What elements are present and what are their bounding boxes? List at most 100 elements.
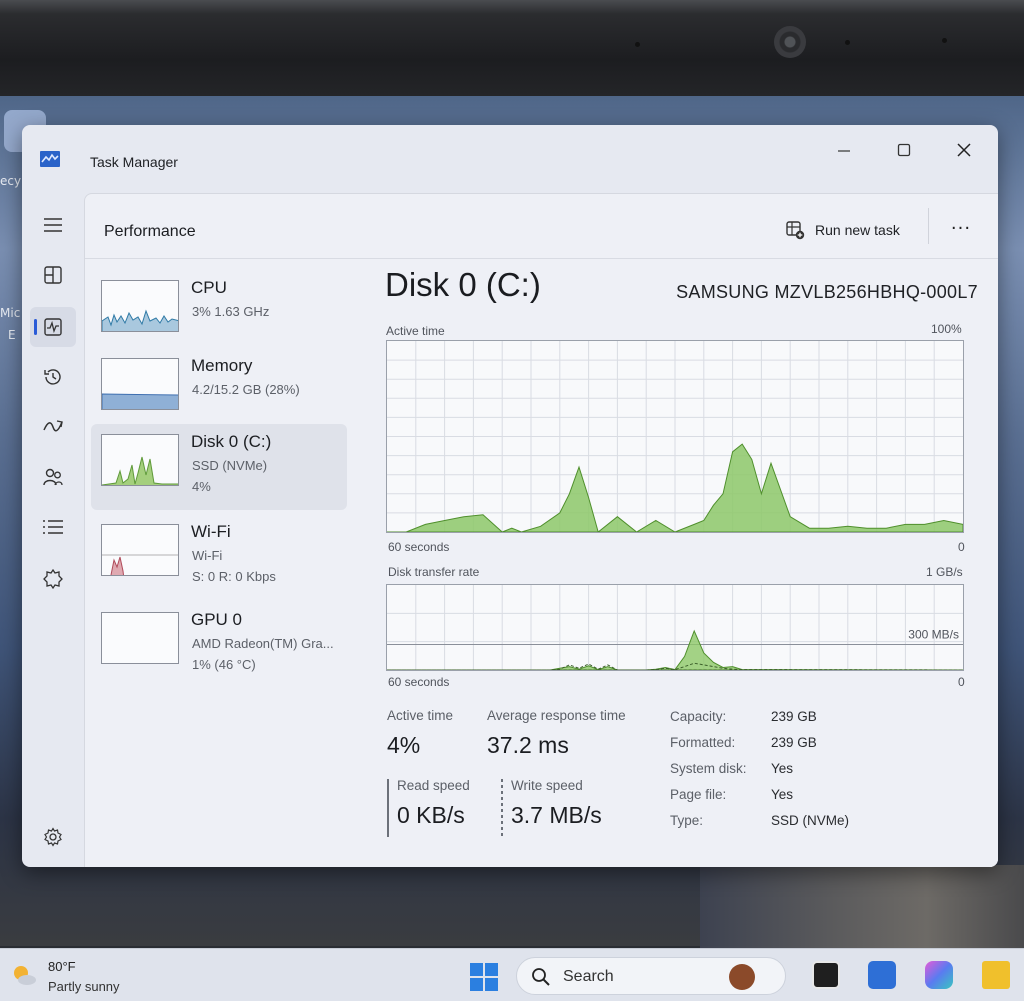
formatted-key: Formatted: bbox=[670, 735, 736, 750]
nav-app-history[interactable] bbox=[30, 357, 76, 397]
device-item-disk0[interactable]: Disk 0 (C:) SSD (NVMe) 4% bbox=[91, 424, 347, 510]
page-file-value: Yes bbox=[771, 787, 794, 802]
run-task-icon bbox=[786, 221, 805, 240]
active-time-graph-min: 0 bbox=[958, 540, 965, 554]
transfer-rate-graph: 300 MB/s bbox=[386, 584, 964, 671]
capacity-value: 239 GB bbox=[771, 709, 817, 724]
page-file-key: Page file: bbox=[670, 787, 727, 802]
details-list-icon bbox=[43, 520, 63, 534]
memory-sparkline bbox=[102, 393, 178, 409]
device-detail: 3% 1.63 GHz bbox=[192, 304, 270, 319]
weather-temperature[interactable]: 80°F bbox=[48, 959, 76, 974]
write-speed-label: Write speed bbox=[511, 778, 583, 793]
active-time-graph-max: 100% bbox=[931, 322, 962, 336]
laptop-bezel bbox=[0, 0, 1024, 96]
device-name: Memory bbox=[191, 356, 253, 375]
header-divider bbox=[85, 258, 998, 259]
wifi-thumbnail-graph bbox=[101, 524, 179, 576]
search-highlight-icon bbox=[729, 964, 755, 990]
active-time-value: 4% bbox=[387, 732, 421, 758]
file-explorer-icon[interactable] bbox=[982, 961, 1010, 989]
run-new-task-button[interactable]: Run new task bbox=[785, 212, 900, 248]
hamburger-menu-button[interactable] bbox=[30, 205, 76, 245]
disk-title: Disk 0 (C:) bbox=[385, 266, 541, 303]
windows-start-icon[interactable] bbox=[470, 963, 498, 991]
transfer-rate-chart: 300 MB/s bbox=[387, 585, 963, 670]
users-icon bbox=[43, 468, 63, 486]
nav-users[interactable] bbox=[30, 457, 76, 497]
cpu-thumbnail-graph bbox=[101, 280, 179, 332]
more-options-button[interactable]: ··· bbox=[943, 212, 979, 244]
device-item-gpu0[interactable]: GPU 0 AMD Radeon(TM) Gra... 1% (46 °C) bbox=[91, 602, 347, 688]
startup-icon bbox=[43, 420, 63, 432]
read-speed-label: Read speed bbox=[397, 778, 470, 793]
nav-processes[interactable] bbox=[30, 255, 76, 295]
desktop-wallpaper-detail bbox=[700, 865, 1024, 950]
title-bar[interactable]: Task Manager bbox=[22, 125, 998, 193]
device-throughput: S: 0 R: 0 Kbps bbox=[192, 569, 276, 584]
device-name: CPU bbox=[191, 278, 227, 297]
active-time-label: Active time bbox=[387, 708, 454, 723]
cpu-sparkline bbox=[102, 309, 178, 331]
nav-startup-apps[interactable] bbox=[30, 407, 76, 447]
maximize-button[interactable] bbox=[882, 133, 926, 167]
bezel-sensor bbox=[845, 40, 850, 45]
desktop-shortcut-label: ecy bbox=[0, 174, 22, 188]
history-icon bbox=[44, 369, 61, 385]
gpu-thumbnail-graph bbox=[101, 612, 179, 664]
partly-sunny-icon[interactable] bbox=[10, 961, 38, 989]
performance-page: Performance Run new task ··· CPU 3% 1.63… bbox=[84, 193, 998, 867]
device-item-wifi[interactable]: Wi-Fi Wi-Fi S: 0 R: 0 Kbps bbox=[91, 514, 347, 600]
window-title: Task Manager bbox=[90, 154, 178, 170]
webcam bbox=[774, 26, 806, 58]
device-item-memory[interactable]: Memory 4.2/15.2 GB (28%) bbox=[91, 348, 347, 434]
weather-condition[interactable]: Partly sunny bbox=[48, 979, 120, 994]
read-speed-value: 0 KB/s bbox=[397, 802, 465, 828]
device-name: Disk 0 (C:) bbox=[191, 432, 272, 451]
copilot-app-icon[interactable] bbox=[925, 961, 953, 989]
transfer-graph-min: 0 bbox=[958, 675, 965, 689]
system-disk-value: Yes bbox=[771, 761, 794, 776]
settings-button[interactable] bbox=[30, 817, 76, 857]
gear-icon bbox=[44, 827, 62, 847]
device-usage: 1% (46 °C) bbox=[192, 657, 256, 672]
gpu-sparkline bbox=[102, 613, 179, 664]
nav-performance[interactable] bbox=[30, 307, 76, 347]
store-app-icon[interactable] bbox=[868, 961, 896, 989]
device-detail: Wi-Fi bbox=[192, 548, 223, 563]
minimize-button[interactable] bbox=[822, 133, 866, 167]
nav-services[interactable] bbox=[30, 559, 76, 599]
maximize-icon bbox=[897, 143, 911, 157]
transfer-reference-label: 300 MB/s bbox=[908, 628, 959, 642]
capacity-key: Capacity: bbox=[670, 709, 727, 724]
transfer-graph-max: 1 GB/s bbox=[926, 565, 963, 579]
minimize-icon bbox=[838, 150, 850, 152]
performance-icon bbox=[44, 318, 62, 336]
page-title: Performance bbox=[104, 223, 196, 240]
device-name: Wi-Fi bbox=[191, 522, 231, 541]
avg-response-value: 37.2 ms bbox=[487, 732, 569, 758]
device-usage: 4% bbox=[192, 479, 211, 494]
taskbar-search-box[interactable]: Search bbox=[516, 957, 786, 995]
active-time-graph-duration: 60 seconds bbox=[388, 540, 450, 554]
nav-details[interactable] bbox=[30, 507, 76, 547]
search-label: Search bbox=[563, 968, 614, 985]
services-icon bbox=[43, 568, 63, 590]
device-name: GPU 0 bbox=[191, 610, 243, 629]
device-item-cpu[interactable]: CPU 3% 1.63 GHz bbox=[91, 270, 347, 356]
disk-sparkline bbox=[102, 456, 178, 485]
active-time-graph bbox=[386, 340, 964, 533]
write-speed-marker bbox=[501, 779, 503, 837]
search-icon bbox=[532, 968, 550, 986]
processes-icon bbox=[44, 266, 62, 284]
run-new-task-label: Run new task bbox=[815, 222, 900, 238]
device-detail: 4.2/15.2 GB (28%) bbox=[192, 382, 300, 397]
task-manager-logo-icon bbox=[40, 151, 60, 167]
close-button[interactable] bbox=[942, 133, 986, 167]
task-manager-window: Task Manager Performance Run new task ··… bbox=[22, 125, 998, 867]
desktop-shortcut-label: Mic bbox=[0, 306, 21, 320]
navigation-rail bbox=[22, 193, 84, 867]
active-time-graph-label: Active time bbox=[386, 324, 445, 338]
task-view-app-icon[interactable] bbox=[812, 961, 840, 989]
close-icon bbox=[957, 143, 971, 157]
